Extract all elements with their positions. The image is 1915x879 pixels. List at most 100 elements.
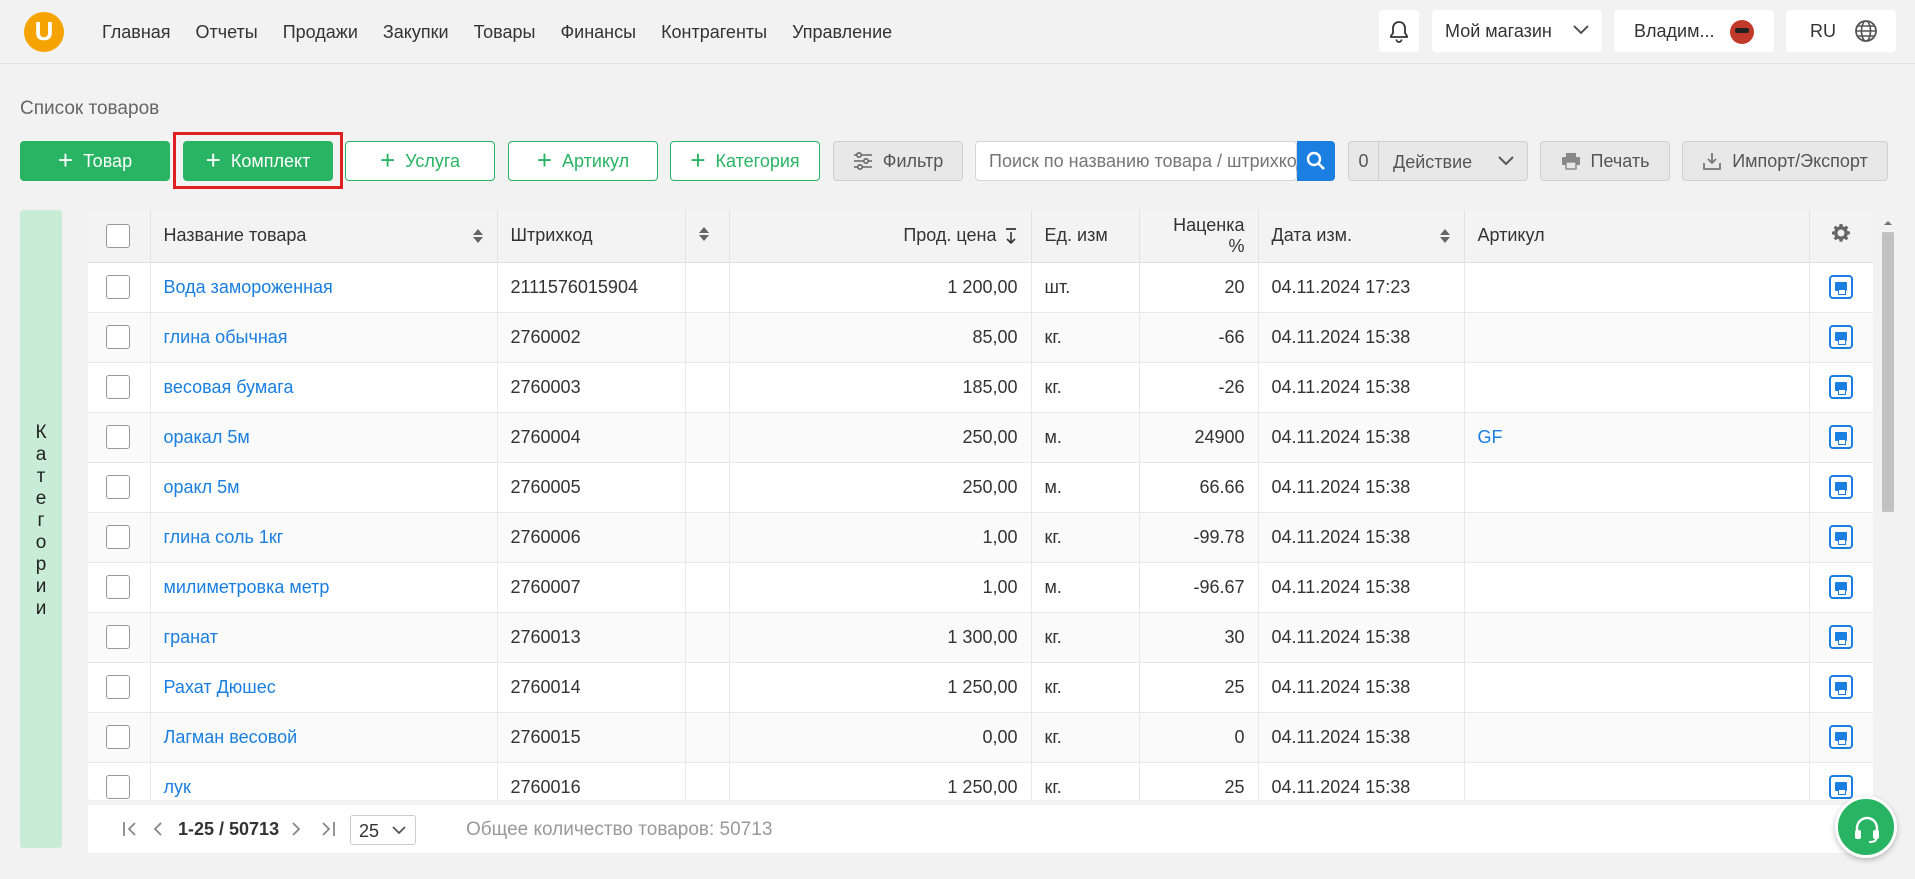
row-checkbox[interactable] bbox=[106, 425, 130, 449]
row-checkbox[interactable] bbox=[106, 775, 130, 799]
print-icon[interactable] bbox=[1829, 375, 1853, 399]
nav-item-products[interactable]: Товары bbox=[474, 22, 536, 43]
nav-item-contractors[interactable]: Контрагенты bbox=[661, 22, 767, 43]
row-print-cell bbox=[1809, 662, 1873, 713]
row-checkbox[interactable] bbox=[106, 675, 130, 699]
print-icon[interactable] bbox=[1829, 525, 1853, 549]
column-price[interactable]: Прод. цена bbox=[729, 210, 1032, 263]
column-markup[interactable]: Наценка % bbox=[1139, 210, 1259, 263]
row-print-cell bbox=[1809, 412, 1873, 463]
column-date[interactable]: Дата изм. bbox=[1258, 210, 1465, 263]
add-product-button[interactable]: + Товар bbox=[20, 141, 170, 181]
table-row[interactable]: глина обычная 2760002 85,00 кг. -66 04.11.202… bbox=[88, 312, 1873, 363]
import-export-button[interactable]: Импорт/Экспорт bbox=[1682, 141, 1888, 181]
column-article[interactable]: Артикул bbox=[1464, 210, 1810, 263]
table-row[interactable]: глина соль 1кг 2760006 1,00 кг. -99.78 04.11.… bbox=[88, 512, 1873, 563]
next-page-icon[interactable] bbox=[290, 821, 302, 837]
nav-item-finance[interactable]: Финансы bbox=[560, 22, 636, 43]
row-checkbox[interactable] bbox=[106, 375, 130, 399]
article-cell[interactable] bbox=[1464, 462, 1810, 513]
notifications-button[interactable] bbox=[1379, 10, 1419, 52]
column-name[interactable]: Название товара bbox=[150, 210, 498, 263]
print-icon[interactable] bbox=[1829, 725, 1853, 749]
article-cell[interactable] bbox=[1464, 712, 1810, 763]
nav-item-management[interactable]: Управление bbox=[792, 22, 892, 43]
scrollbar-thumb[interactable] bbox=[1882, 232, 1894, 512]
user-menu[interactable]: Владим... bbox=[1614, 10, 1774, 52]
article-cell[interactable] bbox=[1464, 762, 1810, 800]
article-cell[interactable]: GF bbox=[1464, 412, 1810, 463]
print-icon[interactable] bbox=[1829, 275, 1853, 299]
first-page-icon[interactable] bbox=[122, 821, 138, 837]
table-row[interactable]: милиметровка метр 2760007 1,00 м. -96.67 04.1… bbox=[88, 562, 1873, 613]
page-size-select[interactable]: 25 bbox=[350, 815, 416, 845]
row-checkbox[interactable] bbox=[106, 275, 130, 299]
table-scrollbar[interactable] bbox=[1880, 218, 1896, 808]
categories-panel-toggle[interactable]: Категории bbox=[20, 210, 62, 848]
product-name-link[interactable]: оракал 5м bbox=[164, 427, 250, 447]
print-icon[interactable] bbox=[1829, 575, 1853, 599]
row-checkbox[interactable] bbox=[106, 575, 130, 599]
table-row[interactable]: Вода замороженная 2111576015904 1 200,00 шт… bbox=[88, 262, 1873, 313]
product-name-link[interactable]: глина обычная bbox=[164, 327, 288, 347]
row-checkbox[interactable] bbox=[106, 475, 130, 499]
barcode-cell: 2760016 bbox=[497, 762, 686, 800]
last-page-icon[interactable] bbox=[320, 821, 336, 837]
article-cell[interactable] bbox=[1464, 662, 1810, 713]
column-settings[interactable] bbox=[1809, 210, 1873, 263]
article-cell[interactable] bbox=[1464, 362, 1810, 413]
row-checkbox[interactable] bbox=[106, 325, 130, 349]
table-row[interactable]: оракал 5м 2760004 250,00 м. 24900 04.11.2024 … bbox=[88, 412, 1873, 463]
search-button[interactable] bbox=[1297, 141, 1335, 181]
table-row[interactable]: Рахат Дюшес 2760014 1 250,00 кг. 25 04.11.202… bbox=[88, 662, 1873, 713]
print-icon[interactable] bbox=[1829, 425, 1853, 449]
column-unit[interactable]: Ед. изм bbox=[1031, 210, 1140, 263]
table-row[interactable]: весовая бумага 2760003 185,00 кг. -26 04.11.2… bbox=[88, 362, 1873, 413]
store-selector[interactable]: Мой магазин bbox=[1432, 10, 1602, 52]
product-name-link[interactable]: гранат bbox=[164, 627, 218, 647]
article-cell[interactable] bbox=[1464, 612, 1810, 663]
action-dropdown[interactable]: 0 Действие bbox=[1348, 141, 1528, 181]
product-name-link[interactable]: глина соль 1кг bbox=[164, 527, 284, 547]
select-all-checkbox[interactable] bbox=[106, 223, 130, 248]
article-cell[interactable] bbox=[1464, 562, 1810, 613]
print-icon[interactable] bbox=[1829, 625, 1853, 649]
support-chat-button[interactable] bbox=[1835, 796, 1897, 858]
nav-item-home[interactable]: Главная bbox=[102, 22, 171, 43]
add-service-button[interactable]: + Услуга bbox=[345, 141, 495, 181]
article-cell[interactable] bbox=[1464, 312, 1810, 363]
search-input[interactable] bbox=[976, 142, 1298, 180]
product-name-link[interactable]: милиметровка метр bbox=[164, 577, 330, 597]
column-sort-toggle[interactable] bbox=[685, 210, 730, 263]
table-row[interactable]: оракл 5м 2760005 250,00 м. 66.66 04.11.2024 1… bbox=[88, 462, 1873, 513]
print-icon[interactable] bbox=[1829, 675, 1853, 699]
product-name-link[interactable]: Лагман весовой bbox=[164, 727, 298, 747]
row-checkbox[interactable] bbox=[106, 525, 130, 549]
table-row[interactable]: Лагман весовой 2760015 0,00 кг. 0 04.11.2024 … bbox=[88, 712, 1873, 763]
product-name-link[interactable]: оракл 5м bbox=[164, 477, 240, 497]
print-button[interactable]: Печать bbox=[1540, 141, 1670, 181]
article-cell[interactable] bbox=[1464, 512, 1810, 563]
print-icon[interactable] bbox=[1829, 775, 1853, 799]
article-cell[interactable] bbox=[1464, 262, 1810, 313]
nav-item-purchases[interactable]: Закупки bbox=[383, 22, 449, 43]
row-checkbox[interactable] bbox=[106, 625, 130, 649]
product-name-link[interactable]: Рахат Дюшес bbox=[164, 677, 276, 697]
column-barcode[interactable]: Штрихкод bbox=[497, 210, 686, 263]
add-category-button[interactable]: + Категория bbox=[670, 141, 820, 181]
filter-button[interactable]: Фильтр bbox=[833, 141, 963, 181]
add-article-button[interactable]: + Артикул bbox=[508, 141, 658, 181]
language-selector[interactable]: RU bbox=[1786, 10, 1896, 52]
nav-item-sales[interactable]: Продажи bbox=[283, 22, 358, 43]
print-icon[interactable] bbox=[1829, 475, 1853, 499]
nav-item-reports[interactable]: Отчеты bbox=[196, 22, 258, 43]
table-row[interactable]: лук 2760016 1 250,00 кг. 25 04.11.2024 15:38 bbox=[88, 762, 1873, 800]
product-name-link[interactable]: Вода замороженная bbox=[164, 277, 333, 297]
row-checkbox[interactable] bbox=[106, 725, 130, 749]
product-name-link[interactable]: лук bbox=[164, 777, 191, 797]
app-logo[interactable]: U bbox=[24, 12, 64, 52]
print-icon[interactable] bbox=[1829, 325, 1853, 349]
prev-page-icon[interactable] bbox=[152, 821, 164, 837]
table-row[interactable]: гранат 2760013 1 300,00 кг. 30 04.11.2024 15:… bbox=[88, 612, 1873, 663]
product-name-link[interactable]: весовая бумага bbox=[164, 377, 294, 397]
